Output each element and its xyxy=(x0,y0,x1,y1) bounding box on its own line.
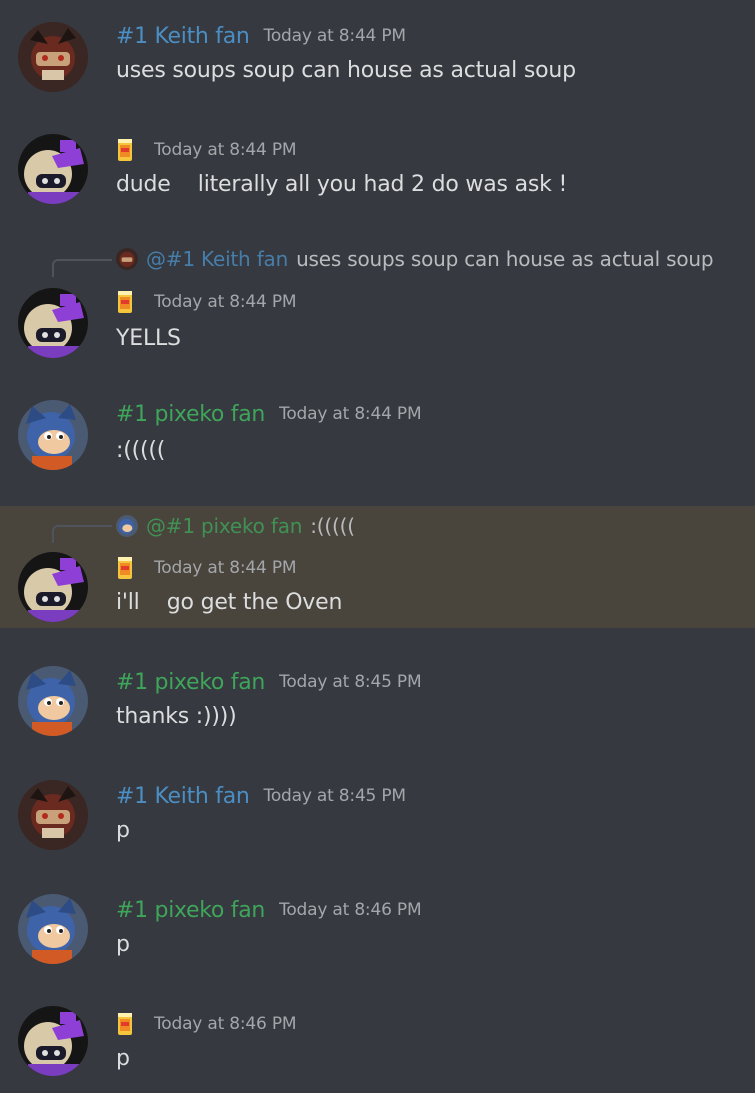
reply-text: :((((( xyxy=(310,514,355,538)
message-header: Today at 8:44 PM xyxy=(116,554,297,582)
username[interactable]: #1 Keith fan xyxy=(116,24,250,49)
juice-glass-icon xyxy=(116,137,134,163)
message-item-highlighted[interactable]: @#1 pixeko fan :((((( Today at 8:44 PM i… xyxy=(0,506,755,628)
timestamp: Today at 8:44 PM xyxy=(154,558,297,578)
username[interactable]: #1 pixeko fan xyxy=(116,898,265,923)
reply-preview[interactable]: @#1 Keith fan uses soups soup can house … xyxy=(116,246,714,272)
message-header: Today at 8:46 PM xyxy=(116,1010,297,1038)
message-text: YELLS xyxy=(116,326,181,351)
message-header: #1 pixeko fan Today at 8:45 PM xyxy=(116,668,422,696)
message-header: #1 Keith fan Today at 8:45 PM xyxy=(116,782,406,810)
username[interactable]: #1 Keith fan xyxy=(116,784,250,809)
timestamp: Today at 8:46 PM xyxy=(154,1014,297,1034)
timestamp: Today at 8:44 PM xyxy=(154,292,297,312)
blue-hedgehog-avatar-icon xyxy=(116,515,138,537)
message-item[interactable]: @#1 Keith fan uses soups soup can house … xyxy=(0,246,755,364)
message-item[interactable]: #1 Keith fan Today at 8:45 PM p xyxy=(0,774,755,874)
blue-hedgehog-avatar-icon[interactable] xyxy=(18,894,88,964)
timestamp: Today at 8:44 PM xyxy=(279,404,422,424)
chat-message-list: #1 Keith fan Today at 8:44 PM uses soups… xyxy=(0,0,755,1093)
message-text: thanks :)))) xyxy=(116,704,237,729)
dark-hedgehog-avatar-icon xyxy=(116,248,138,270)
message-header: #1 Keith fan Today at 8:44 PM xyxy=(116,22,406,50)
username[interactable]: #1 pixeko fan xyxy=(116,670,265,695)
reply-mention[interactable]: @#1 Keith fan xyxy=(146,247,288,271)
message-item[interactable]: #1 pixeko fan Today at 8:44 PM :((((( xyxy=(0,392,755,492)
reply-preview[interactable]: @#1 pixeko fan :((((( xyxy=(116,513,355,539)
message-text: p xyxy=(116,932,130,957)
dark-hedgehog-avatar-icon[interactable] xyxy=(18,22,88,92)
message-text: p xyxy=(116,1046,130,1071)
message-text: dude literally all you had 2 do was ask … xyxy=(116,172,568,197)
reply-text: uses soups soup can house as actual soup xyxy=(296,247,714,271)
timestamp: Today at 8:45 PM xyxy=(279,672,422,692)
reply-connector xyxy=(52,525,112,543)
message-item[interactable]: #1 Keith fan Today at 8:44 PM uses soups… xyxy=(0,14,755,104)
juice-glass-icon xyxy=(116,555,134,581)
purple-hat-avatar-icon[interactable] xyxy=(18,288,88,358)
message-header: #1 pixeko fan Today at 8:44 PM xyxy=(116,400,422,428)
blue-hedgehog-avatar-icon[interactable] xyxy=(18,400,88,470)
message-header: Today at 8:44 PM xyxy=(116,288,297,316)
juice-glass-icon xyxy=(116,1011,134,1037)
username[interactable]: #1 pixeko fan xyxy=(116,402,265,427)
message-header: #1 pixeko fan Today at 8:46 PM xyxy=(116,896,422,924)
purple-hat-avatar-icon[interactable] xyxy=(18,134,88,204)
timestamp: Today at 8:46 PM xyxy=(279,900,422,920)
message-item[interactable]: #1 pixeko fan Today at 8:46 PM p xyxy=(0,888,755,988)
message-text: :((((( xyxy=(116,438,166,463)
dark-hedgehog-avatar-icon[interactable] xyxy=(18,780,88,850)
juice-glass-icon xyxy=(116,289,134,315)
purple-hat-avatar-icon[interactable] xyxy=(18,552,88,622)
reply-mention[interactable]: @#1 pixeko fan xyxy=(146,514,302,538)
purple-hat-avatar-icon[interactable] xyxy=(18,1006,88,1076)
blue-hedgehog-avatar-icon[interactable] xyxy=(18,666,88,736)
timestamp: Today at 8:44 PM xyxy=(263,26,407,46)
message-item[interactable]: Today at 8:46 PM p xyxy=(0,1002,755,1093)
timestamp: Today at 8:45 PM xyxy=(263,786,407,806)
message-text: i'll go get the Oven xyxy=(116,590,343,615)
message-item[interactable]: Today at 8:44 PM dude literally all you … xyxy=(0,128,755,218)
message-header: Today at 8:44 PM xyxy=(116,136,297,164)
message-text: p xyxy=(116,818,130,843)
message-item[interactable]: #1 pixeko fan Today at 8:45 PM thanks :)… xyxy=(0,660,755,760)
message-text: uses soups soup can house as actual soup xyxy=(116,58,576,83)
timestamp: Today at 8:44 PM xyxy=(154,140,297,160)
